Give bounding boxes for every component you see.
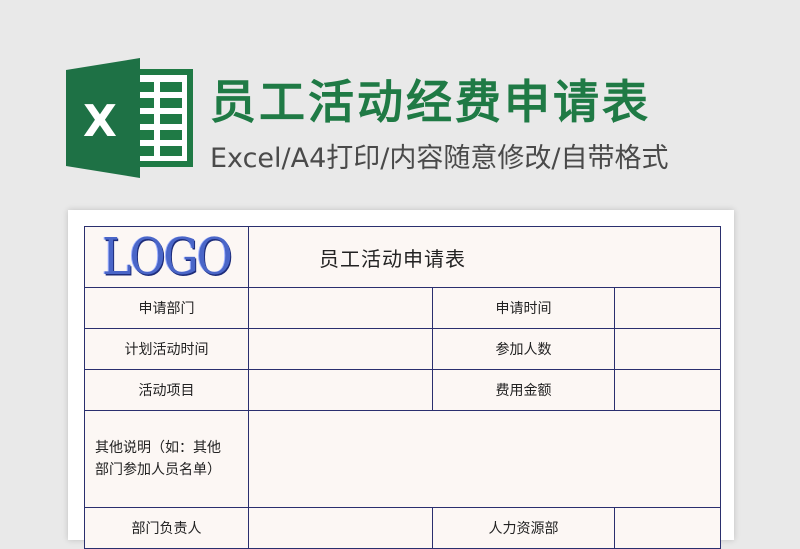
excel-icon: X (66, 58, 196, 178)
form-sheet: LOGO 员工活动申请表 申请部门 申请时间 计划活动时间 参加人数 活动项目 … (68, 210, 734, 549)
label-department: 申请部门 (84, 287, 249, 329)
label-amount: 费用金额 (432, 369, 615, 411)
banner-title: 员工活动经费申请表 (210, 75, 651, 129)
field-other-notes[interactable] (247, 410, 722, 508)
label-activity: 活动项目 (84, 369, 249, 411)
field-amount[interactable] (613, 369, 722, 411)
form-title: 员工活动申请表 (247, 226, 722, 288)
label-planned-time: 计划活动时间 (84, 328, 249, 370)
field-participants[interactable] (613, 328, 722, 370)
table-row: 部门负责人 人力资源部 (84, 507, 722, 549)
excel-icon-letter: X (83, 96, 117, 147)
label-hr: 人力资源部 (432, 507, 615, 549)
field-activity[interactable] (248, 369, 433, 411)
table-row: 其他说明（如：其他 部门参加人员名单） (84, 410, 722, 508)
note-label-line1: 其他说明（如：其他 (95, 440, 221, 456)
label-dept-head: 部门负责人 (84, 507, 249, 549)
field-department[interactable] (248, 287, 433, 329)
label-other-notes: 其他说明（如：其他 部门参加人员名单） (84, 410, 249, 508)
table-row: 申请部门 申请时间 (84, 287, 722, 329)
field-planned-time[interactable] (248, 328, 433, 370)
banner-subtitle: Excel/A4打印/内容随意修改/自带格式 (210, 143, 669, 174)
table-row: 活动项目 费用金额 (84, 369, 722, 411)
field-hr[interactable] (613, 507, 722, 549)
logo-cell: LOGO (84, 226, 249, 288)
field-dept-head[interactable] (248, 507, 433, 549)
label-participants: 参加人数 (432, 328, 615, 370)
application-form-table: LOGO 员工活动申请表 申请部门 申请时间 计划活动时间 参加人数 活动项目 … (84, 226, 722, 549)
form-header-row: LOGO 员工活动申请表 (84, 226, 722, 288)
table-row: 计划活动时间 参加人数 (84, 328, 722, 370)
logo: LOGO (102, 227, 233, 287)
label-apply-time: 申请时间 (432, 287, 615, 329)
field-apply-time[interactable] (613, 287, 722, 329)
note-label-line2: 部门参加人员名单） (95, 462, 221, 478)
